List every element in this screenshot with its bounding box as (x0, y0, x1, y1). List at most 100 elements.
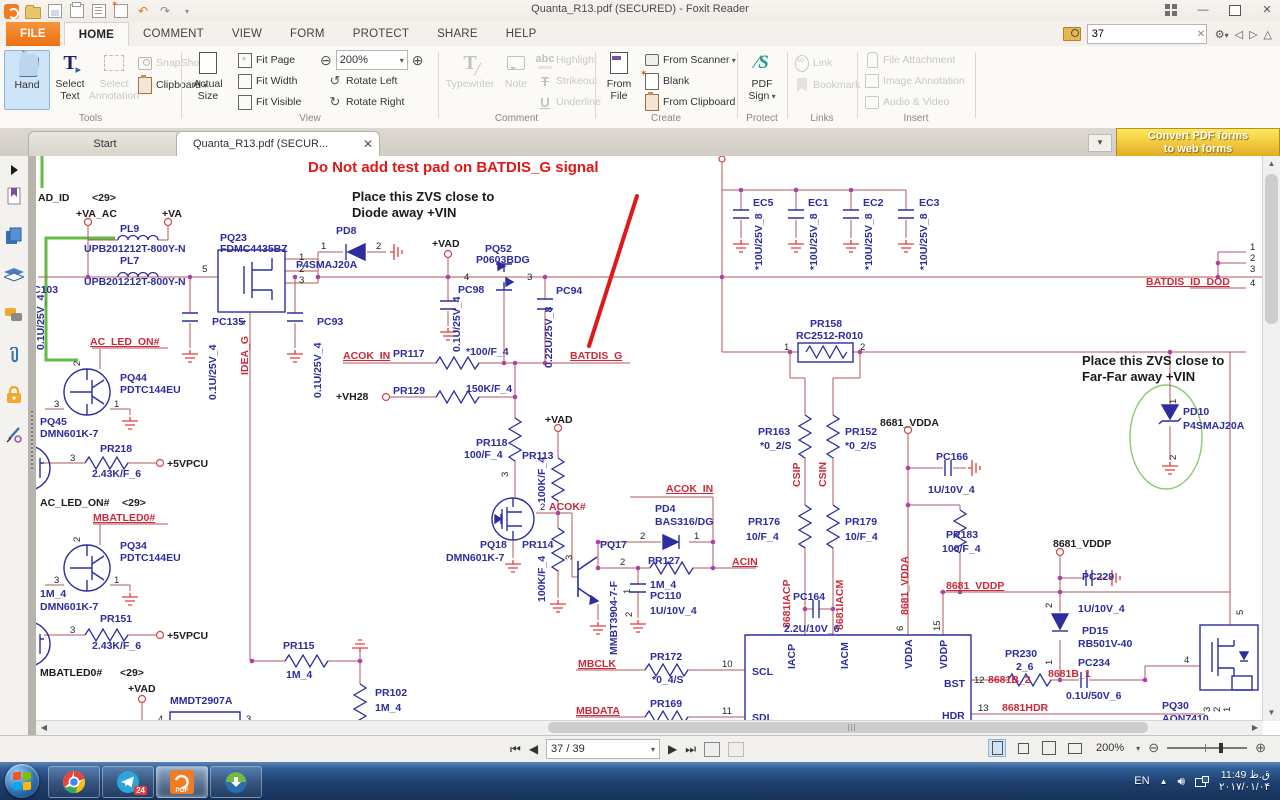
status-zoom-value[interactable]: 200% (1096, 742, 1124, 754)
zoom-slider-thumb[interactable] (1219, 743, 1224, 753)
scroll-left-icon[interactable]: ◀ (36, 721, 52, 734)
clear-search-icon[interactable]: ✕ (1197, 29, 1209, 40)
taskbar-clock[interactable]: 11:49 ق.ظ ۲۰۱۷/۰۱/۰۴ (1219, 769, 1270, 794)
from-clipboard-button[interactable]: From Clipboard (645, 91, 735, 111)
horizontal-scroll-thumb[interactable] (548, 722, 1148, 733)
pdf-sign-button[interactable]: ⁄S PDF Sign (740, 50, 784, 108)
ribbon-tab-home[interactable]: HOME (63, 22, 130, 46)
ui-layout-icon[interactable] (1162, 2, 1180, 18)
pages-icon[interactable] (4, 226, 24, 246)
scroll-up-icon[interactable]: ▲ (1264, 156, 1279, 172)
schematic-label: 15 (932, 620, 943, 631)
show-hidden-icons[interactable]: ▲ (1160, 777, 1168, 786)
first-page-icon[interactable]: ⏮ (510, 742, 521, 757)
minimize-button[interactable]: — (1194, 2, 1212, 18)
ribbon-group-comment: T ╱ Typewriter Note abc Highlight T Strik… (438, 46, 601, 126)
close-button[interactable]: ✕ (1258, 2, 1276, 18)
rotate-left-button[interactable]: ↺ Rotate Left (328, 72, 398, 90)
security-lock-icon[interactable] (4, 384, 24, 404)
rotate-right-button[interactable]: ↻ Rotate Right (328, 93, 405, 111)
ribbon-tab-form[interactable]: FORM (276, 22, 339, 46)
tab-document[interactable]: Quanta_R13.pdf (SECUR... ✕ (176, 131, 380, 157)
ribbon-tab-share[interactable]: SHARE (423, 22, 492, 46)
last-page-icon[interactable]: ⏭ (685, 742, 696, 757)
schematic-label: UPB201212T-800Y-N (84, 276, 186, 288)
scroll-right-icon[interactable]: ▶ (1247, 721, 1263, 734)
schematic-label: 3 (500, 472, 511, 477)
ribbon-tab-help[interactable]: HELP (492, 22, 551, 46)
zoom-in-status-icon[interactable]: ⊕ (1255, 740, 1266, 756)
fit-page-button[interactable]: Fit Page (238, 51, 295, 69)
vertical-scrollbar[interactable]: ▲ ▼ (1262, 156, 1280, 721)
select-text-button[interactable]: T ▸ Select Text (48, 50, 92, 108)
continuous-facing-layout-icon[interactable] (1066, 739, 1084, 757)
find-previous-icon[interactable]: ◁ (1235, 28, 1243, 41)
scroll-down-icon[interactable]: ▼ (1264, 705, 1279, 721)
taskbar-chrome-button[interactable] (48, 766, 100, 798)
hand-tool-button[interactable]: Hand (4, 50, 50, 110)
fit-visible-button[interactable]: Fit Visible (238, 93, 301, 111)
horizontal-scrollbar[interactable]: ◀ ▶ (36, 720, 1263, 735)
language-indicator[interactable]: EN (1134, 775, 1149, 787)
taskbar-idm-button[interactable] (210, 766, 262, 798)
network-icon[interactable] (1195, 775, 1210, 787)
continuous-layout-icon[interactable] (1014, 739, 1032, 757)
comments-icon[interactable] (4, 306, 24, 326)
find-next-icon[interactable]: ▷ (1249, 28, 1257, 41)
convert-forms-banner[interactable]: Convert PDF forms to web forms (1116, 128, 1280, 159)
taskbar-telegram-button[interactable]: 24 (102, 766, 154, 798)
schematic-label: VDDP (938, 640, 950, 669)
fit-width-button[interactable]: Fit Width (238, 72, 297, 90)
zoom-level-combobox[interactable]: 200% ▾ (335, 50, 408, 70)
zoom-out-status-icon[interactable]: ⊖ (1148, 740, 1159, 756)
expand-panel-icon[interactable] (4, 160, 24, 180)
schematic-label: PC110 (650, 590, 682, 602)
ribbon-tab-protect[interactable]: PROTECT (339, 22, 423, 46)
vertical-scroll-thumb[interactable] (1265, 174, 1278, 324)
page-number-combobox[interactable]: 37 / 39 ▾ (546, 739, 661, 759)
zoom-out-icon[interactable]: ⊖ (320, 52, 332, 69)
close-tab-icon[interactable]: ✕ (363, 132, 373, 157)
actual-size-button[interactable]: Actual Size (186, 50, 230, 108)
tab-start[interactable]: Start (28, 131, 182, 157)
layers-icon[interactable] (4, 266, 24, 286)
schematic-label: 4 (1250, 278, 1255, 289)
signature-icon[interactable] (4, 424, 24, 444)
ribbon-tab-comment[interactable]: COMMENT (129, 22, 218, 46)
banner-dropdown-icon[interactable]: ▾ (1088, 134, 1112, 152)
previous-page-icon[interactable]: ◀ (529, 742, 538, 756)
page-view-icon[interactable] (704, 741, 721, 757)
bookmarks-icon[interactable] (4, 186, 24, 206)
from-scanner-button[interactable]: From Scanner (645, 51, 736, 69)
taskbar-foxit-button[interactable]: PDF (156, 766, 208, 798)
schematic-label: PR176 (748, 516, 780, 528)
zoom-in-icon[interactable]: ⊕ (412, 52, 424, 69)
facing-layout-icon[interactable] (1040, 739, 1058, 757)
collapse-ribbon-icon[interactable]: △ (1264, 28, 1272, 41)
schematic-label: *10U/25V_8 (808, 213, 820, 270)
schematic-label: PC164 (793, 591, 825, 603)
blank-button[interactable]: Blank (640, 68, 689, 90)
schematic-label: +VH28 (336, 391, 369, 403)
attachments-icon[interactable] (4, 346, 24, 366)
restore-button[interactable] (1226, 2, 1244, 18)
document-canvas[interactable]: Do Not add test pad on BATDIS_G signal Pl… (36, 156, 1280, 735)
volume-icon[interactable]: 🔊︎ (1177, 774, 1185, 789)
search-icon[interactable] (1062, 27, 1081, 41)
main-area: Do Not add test pad on BATDIS_G signal Pl… (0, 156, 1280, 735)
group-label-view: View (299, 113, 321, 124)
zoom-slider[interactable] (1167, 743, 1248, 753)
schematic-label: PC166 (936, 451, 968, 463)
status-bar: ⏮ ◀ 37 / 39 ▾ ▶ ⏭ 200% ▾ ⊖ ⊕ (0, 735, 1280, 763)
ribbon-tab-view[interactable]: VIEW (218, 22, 276, 46)
zoom-dropdown-icon[interactable]: ▾ (1136, 744, 1140, 753)
window-title: Quanta_R13.pdf (SECURED) - Foxit Reader (531, 3, 749, 15)
start-button[interactable] (5, 764, 39, 798)
next-page-icon[interactable]: ▶ (668, 742, 677, 756)
schematic-label: IDEA_G (239, 336, 251, 375)
ribbon-tab-file[interactable]: FILE (6, 22, 60, 46)
find-options-gear-icon[interactable]: ⚙▾ (1215, 28, 1229, 41)
single-page-layout-icon[interactable] (988, 739, 1007, 757)
from-file-button[interactable]: From File (600, 50, 638, 108)
search-input[interactable] (1086, 24, 1207, 44)
